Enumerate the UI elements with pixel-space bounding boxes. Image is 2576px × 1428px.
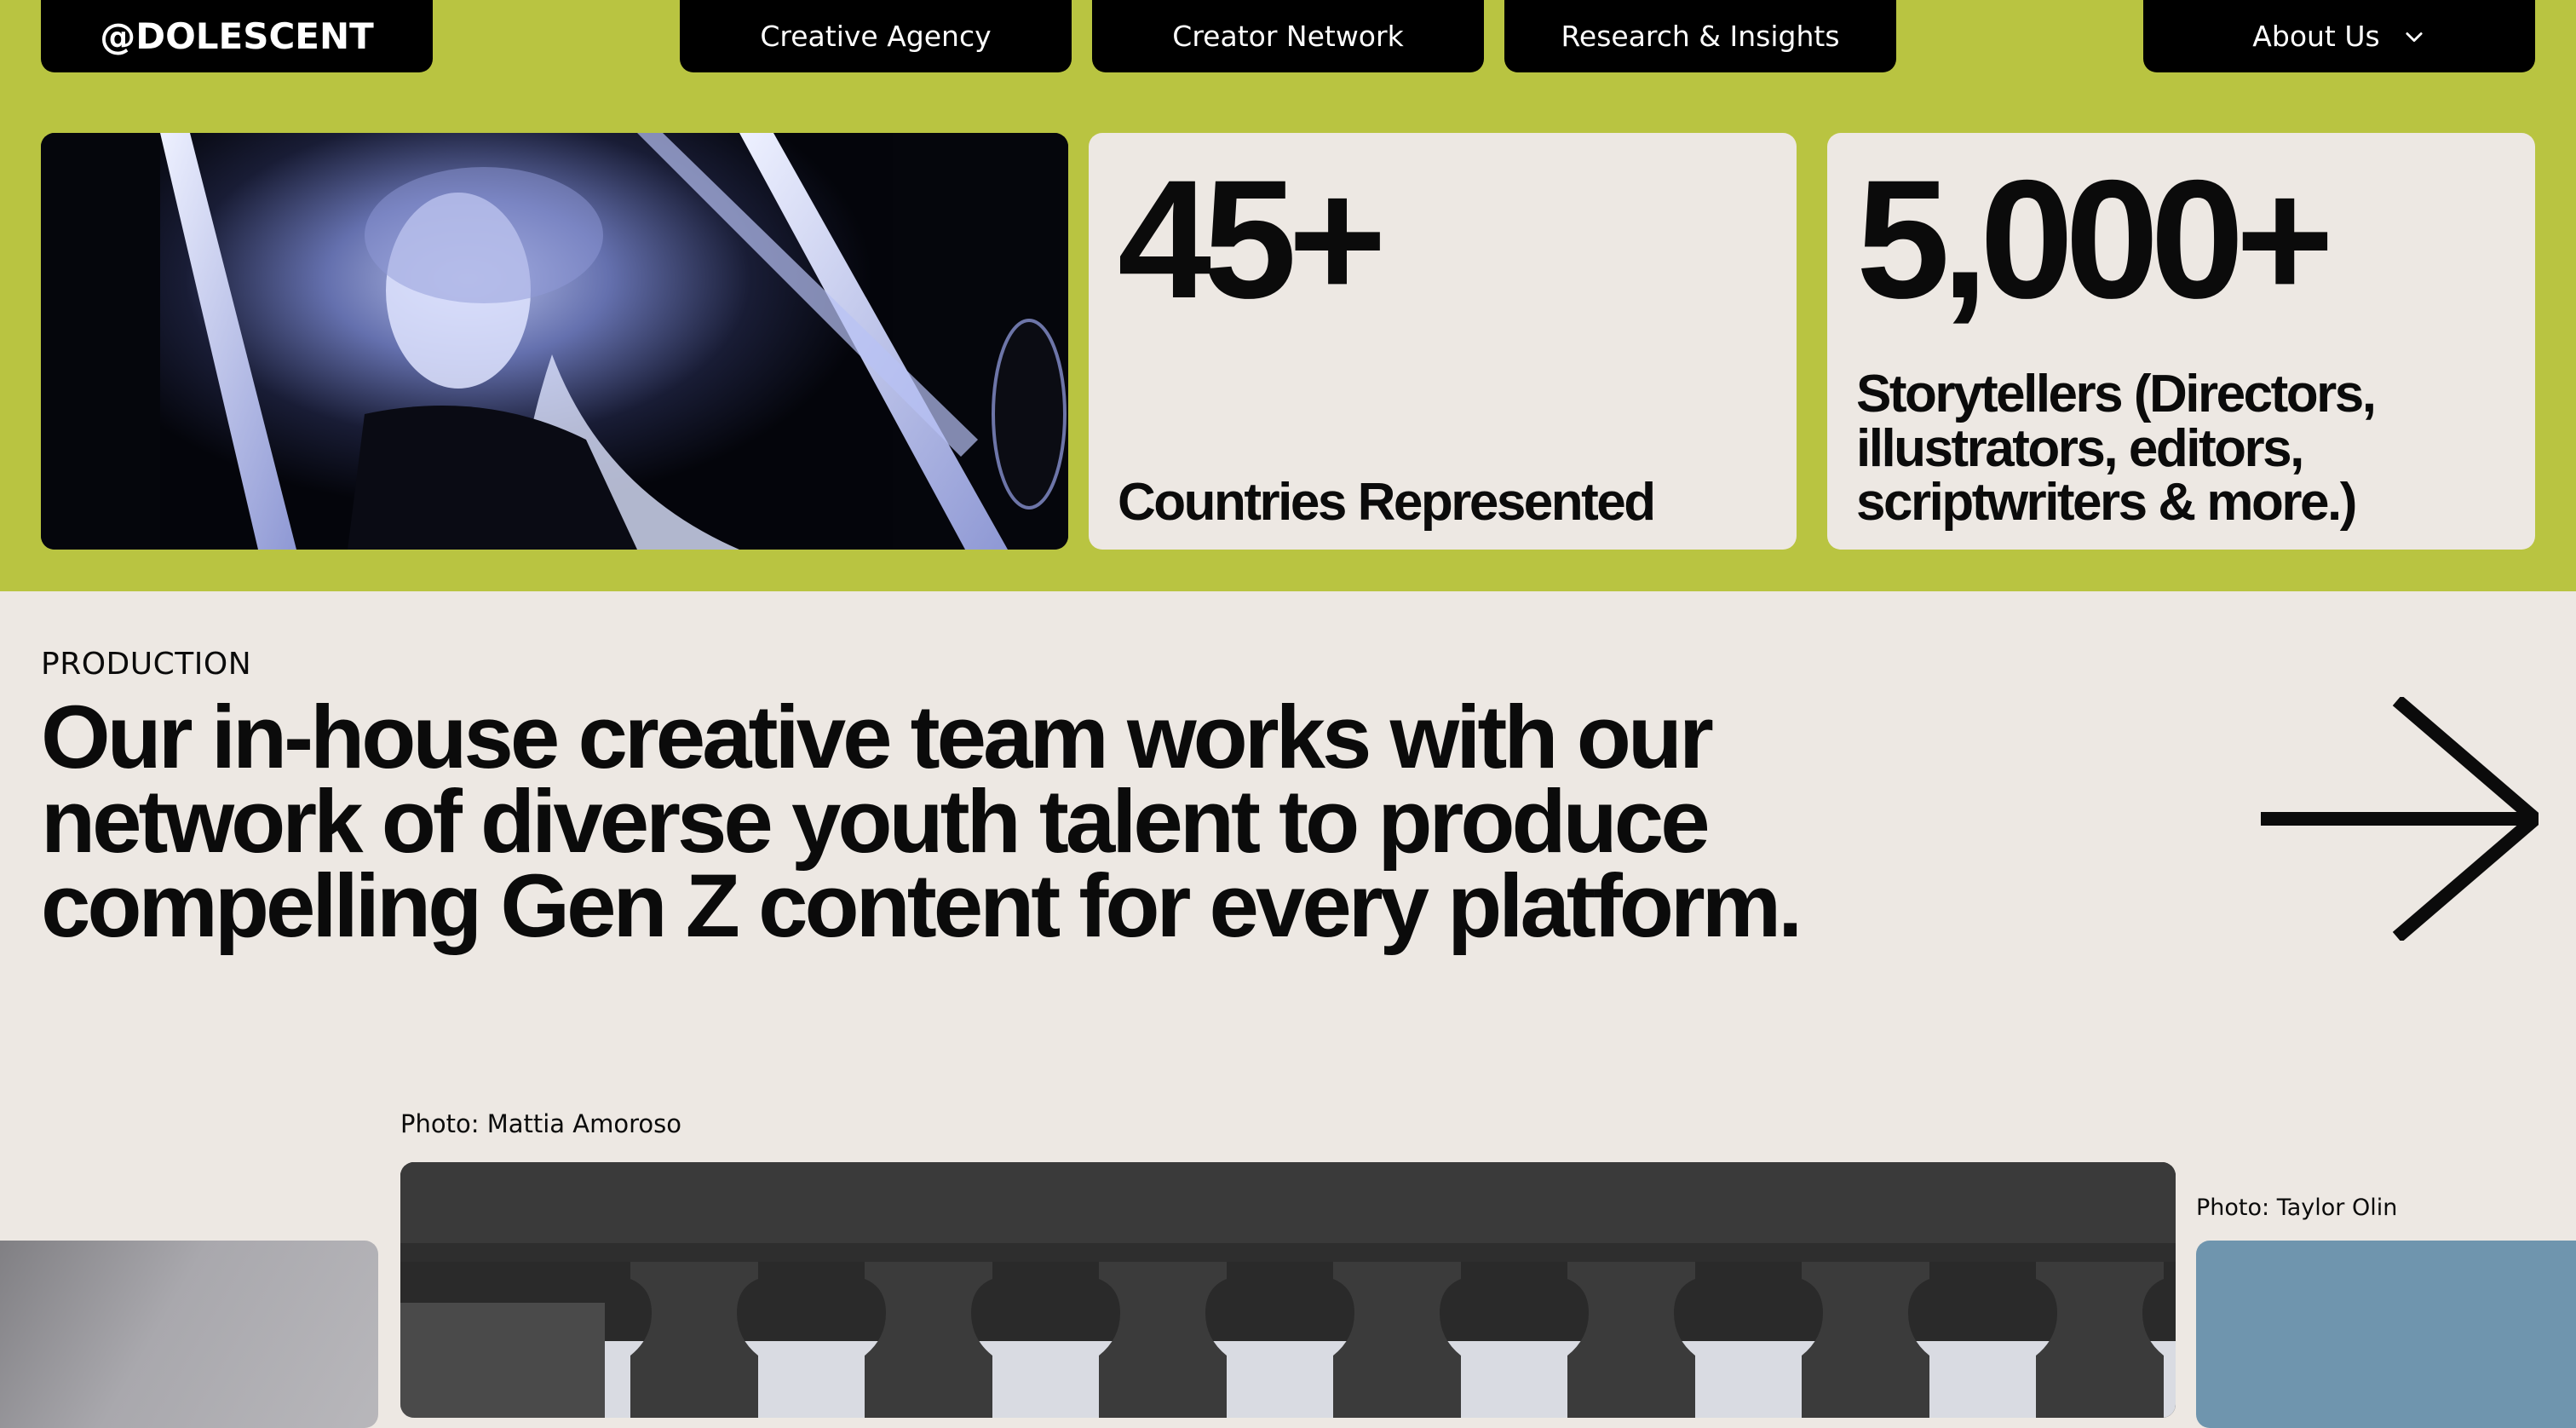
nav-item-about-us[interactable]: About Us [2143, 0, 2535, 72]
nav-item-about-us-label: About Us [2252, 20, 2380, 53]
balustrade-photo [400, 1162, 2176, 1418]
stat-value: 45+ [1118, 145, 1387, 333]
hero-section: @DOLESCENT Creative Agency Creator Netwo… [0, 0, 2576, 591]
gallery-image-right [2196, 1241, 2576, 1428]
photo-credit: Photo: Taylor Olin [2196, 1195, 2398, 1221]
stat-card-countries: 45+ Countries Represented [1089, 133, 1797, 550]
nav-item-creator-network[interactable]: Creator Network [1092, 0, 1484, 72]
stat-label: Storytellers (Directors, illustrators, e… [1856, 365, 2377, 532]
nav-item-creative-agency[interactable]: Creative Agency [680, 0, 1072, 72]
photo-credit: Photo: Mattia Amoroso [400, 1109, 682, 1138]
arrow-right-icon[interactable] [2261, 697, 2539, 941]
gallery-image-main [400, 1162, 2176, 1418]
nav-item-research-insights[interactable]: Research & Insights [1504, 0, 1896, 72]
stat-card-storytellers: 5,000+ Storytellers (Directors, illustra… [1827, 133, 2535, 550]
logo[interactable]: @DOLESCENT [41, 0, 433, 72]
chevron-down-icon [2406, 32, 2423, 42]
hero-photo [41, 133, 1068, 550]
stat-label: Countries Represented [1118, 472, 1656, 532]
stat-value: 5,000+ [1856, 145, 2334, 333]
section-eyebrow: PRODUCTION [41, 647, 252, 682]
section-headline: Our in-house creative team works with ou… [41, 688, 1803, 957]
hero-photo-image [41, 133, 1068, 550]
gallery-image-left [0, 1241, 378, 1428]
